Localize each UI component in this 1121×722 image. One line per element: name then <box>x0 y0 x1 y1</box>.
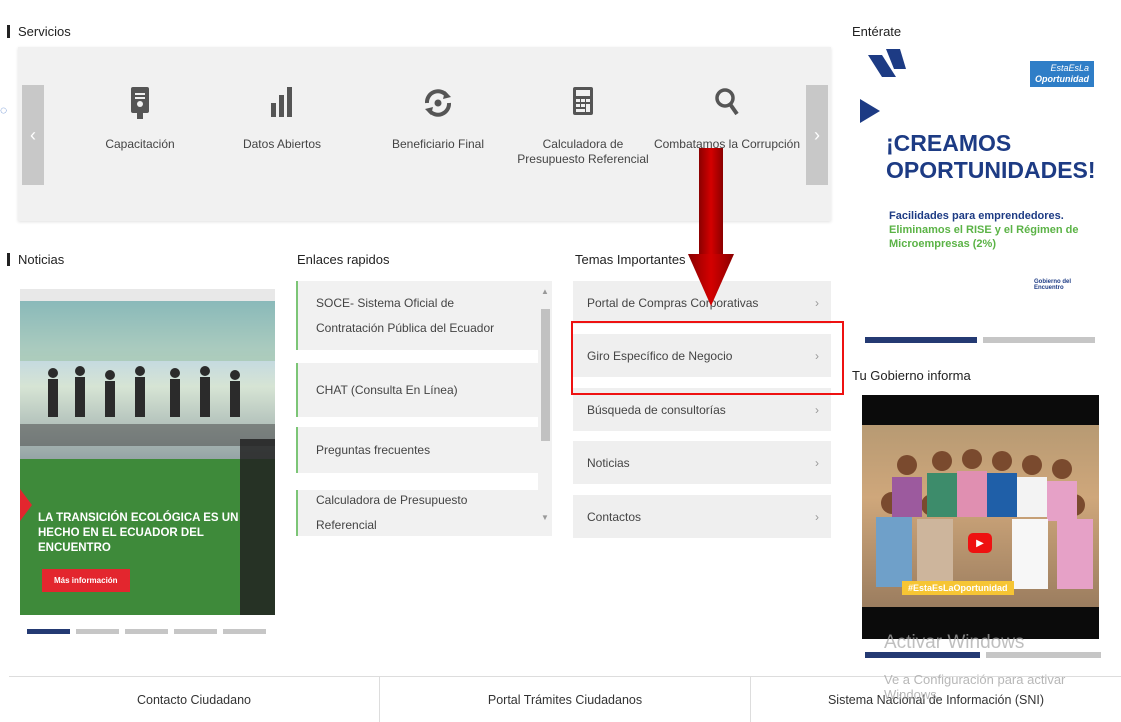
video-thumbnail: ▶ #EstaEsLaOportunidad <box>862 425 1099 607</box>
news-caption: LA TRANSICIÓN ECOLÓGICA ES UN HECHO EN E… <box>38 512 239 554</box>
quick-link-faq[interactable]: Preguntas frecuentes <box>296 427 538 473</box>
enlaces-title: Enlaces rapidos <box>297 252 390 267</box>
banner-dot[interactable] <box>983 337 1095 343</box>
service-beneficiario-final[interactable]: Beneficiario Final <box>363 85 513 152</box>
service-label: Datos Abiertos <box>242 137 322 151</box>
enterate-title: Entérate <box>852 24 902 39</box>
quick-link-calculadora[interactable]: Calculadora de Presupuesto Referencial <box>296 490 538 536</box>
chevron-right-icon: › <box>815 295 819 310</box>
footer-portal-tramites[interactable]: Portal Trámites Ciudadanos <box>380 677 751 722</box>
badge-line: EstaEsLa <box>1050 63 1089 73</box>
service-combatamos-corrupcion[interactable]: Combatamos la Corrupción <box>652 85 802 152</box>
services-next-button[interactable]: › <box>806 85 828 185</box>
scroll-up-arrow-icon[interactable]: ▲ <box>538 287 552 296</box>
quick-links-scrollbar[interactable]: ▲ ▼ <box>538 281 552 536</box>
service-capacitacion[interactable]: Capacitación <box>65 85 215 152</box>
windows-activation-watermark-title: Activar Windows <box>884 632 1025 653</box>
banner-dot[interactable] <box>865 337 977 343</box>
quick-link-chat[interactable]: CHAT (Consulta En Línea) <box>296 363 538 417</box>
badge-line: Oportunidad <box>1035 74 1089 84</box>
gobierno-logo: Gobierno del Encuentro <box>1034 279 1072 291</box>
event-stage-illustration <box>20 289 275 615</box>
play-button-icon[interactable]: ▶ <box>968 533 992 553</box>
news-more-info-button[interactable]: Más información <box>42 569 130 592</box>
video-hashtag: #EstaEsLaOportunidad <box>902 581 1014 595</box>
news-slide-image[interactable]: LA TRANSICIÓN ECOLÓGICA ES UN HECHO EN E… <box>20 289 275 615</box>
scroll-down-arrow-icon[interactable]: ▼ <box>538 513 552 522</box>
windows-activation-watermark-text: Ve a Configuración para activar Windows. <box>884 672 1066 702</box>
service-label: Beneficiario Final <box>391 137 485 151</box>
red-down-arrow-annotation <box>688 148 734 306</box>
service-datos-abiertos[interactable]: Datos Abiertos <box>207 85 357 152</box>
temas-title: Temas Importantes <box>575 252 686 267</box>
banner-text-rise: Eliminamos el RISE y el Régimen de Micro… <box>889 224 1079 250</box>
noticias-title: Noticias <box>4 252 64 267</box>
footer-contacto-ciudadano[interactable]: Contacto Ciudadano <box>9 677 380 722</box>
tema-noticias[interactable]: Noticias › <box>573 441 831 484</box>
news-carousel-dots <box>27 629 266 634</box>
quick-links-list: SOCE- Sistema Oficial de Contratación Pú… <box>296 281 552 536</box>
search-icon <box>715 88 739 116</box>
service-label: Capacitación <box>105 137 175 151</box>
document-certificate-icon <box>131 87 149 119</box>
news-dot[interactable] <box>76 629 119 634</box>
scroll-thumb[interactable] <box>541 309 550 441</box>
enterate-banner[interactable]: EstaEsLa Oportunidad ¡CREAMOS OPORTUNIDA… <box>856 47 1100 317</box>
calculator-icon <box>573 87 593 115</box>
highlight-annotation-box <box>571 321 844 395</box>
banner-carousel-dots <box>865 337 1095 343</box>
gobierno-video-player[interactable]: ▶ #EstaEsLaOportunidad <box>862 395 1099 639</box>
chevron-right-icon: › <box>815 509 819 524</box>
chevron-stripes-graphic <box>860 49 906 123</box>
group-photo-illustration <box>876 449 1093 589</box>
news-dot[interactable] <box>125 629 168 634</box>
service-label: Calculadora de Presupuesto Referencial <box>517 137 649 166</box>
gobierno-title: Tu Gobierno informa <box>852 368 971 383</box>
service-calculadora[interactable]: Calculadora de Presupuesto Referencial <box>508 85 658 167</box>
news-dot[interactable] <box>27 629 70 634</box>
news-dot[interactable] <box>174 629 217 634</box>
servicios-title: Servicios <box>4 24 71 39</box>
tema-contactos[interactable]: Contactos › <box>573 495 831 538</box>
banner-text-emprendedores: Facilidades para emprendedores. <box>889 210 1064 222</box>
edge-circle-icon: ◌ <box>0 103 8 117</box>
tema-label: Noticias <box>587 455 630 470</box>
banner-title-line: OPORTUNIDADES! <box>886 157 1096 183</box>
news-dot[interactable] <box>223 629 266 634</box>
oportunidad-badge: EstaEsLa Oportunidad <box>1030 61 1094 87</box>
chevron-right-icon: › <box>815 402 819 417</box>
services-prev-button[interactable]: ‹ <box>22 85 44 185</box>
sync-target-icon <box>425 89 451 117</box>
tema-label: Contactos <box>587 509 642 524</box>
banner-title: ¡CREAMOS OPORTUNIDADES! <box>886 130 1096 184</box>
bar-chart-icon <box>271 87 292 117</box>
banner-title-line: ¡CREAMOS <box>886 130 1012 156</box>
tema-label: Búsqueda de consultorías <box>587 402 726 417</box>
chevron-right-icon: › <box>815 455 819 470</box>
quick-link-soce[interactable]: SOCE- Sistema Oficial de Contratación Pú… <box>296 281 538 350</box>
